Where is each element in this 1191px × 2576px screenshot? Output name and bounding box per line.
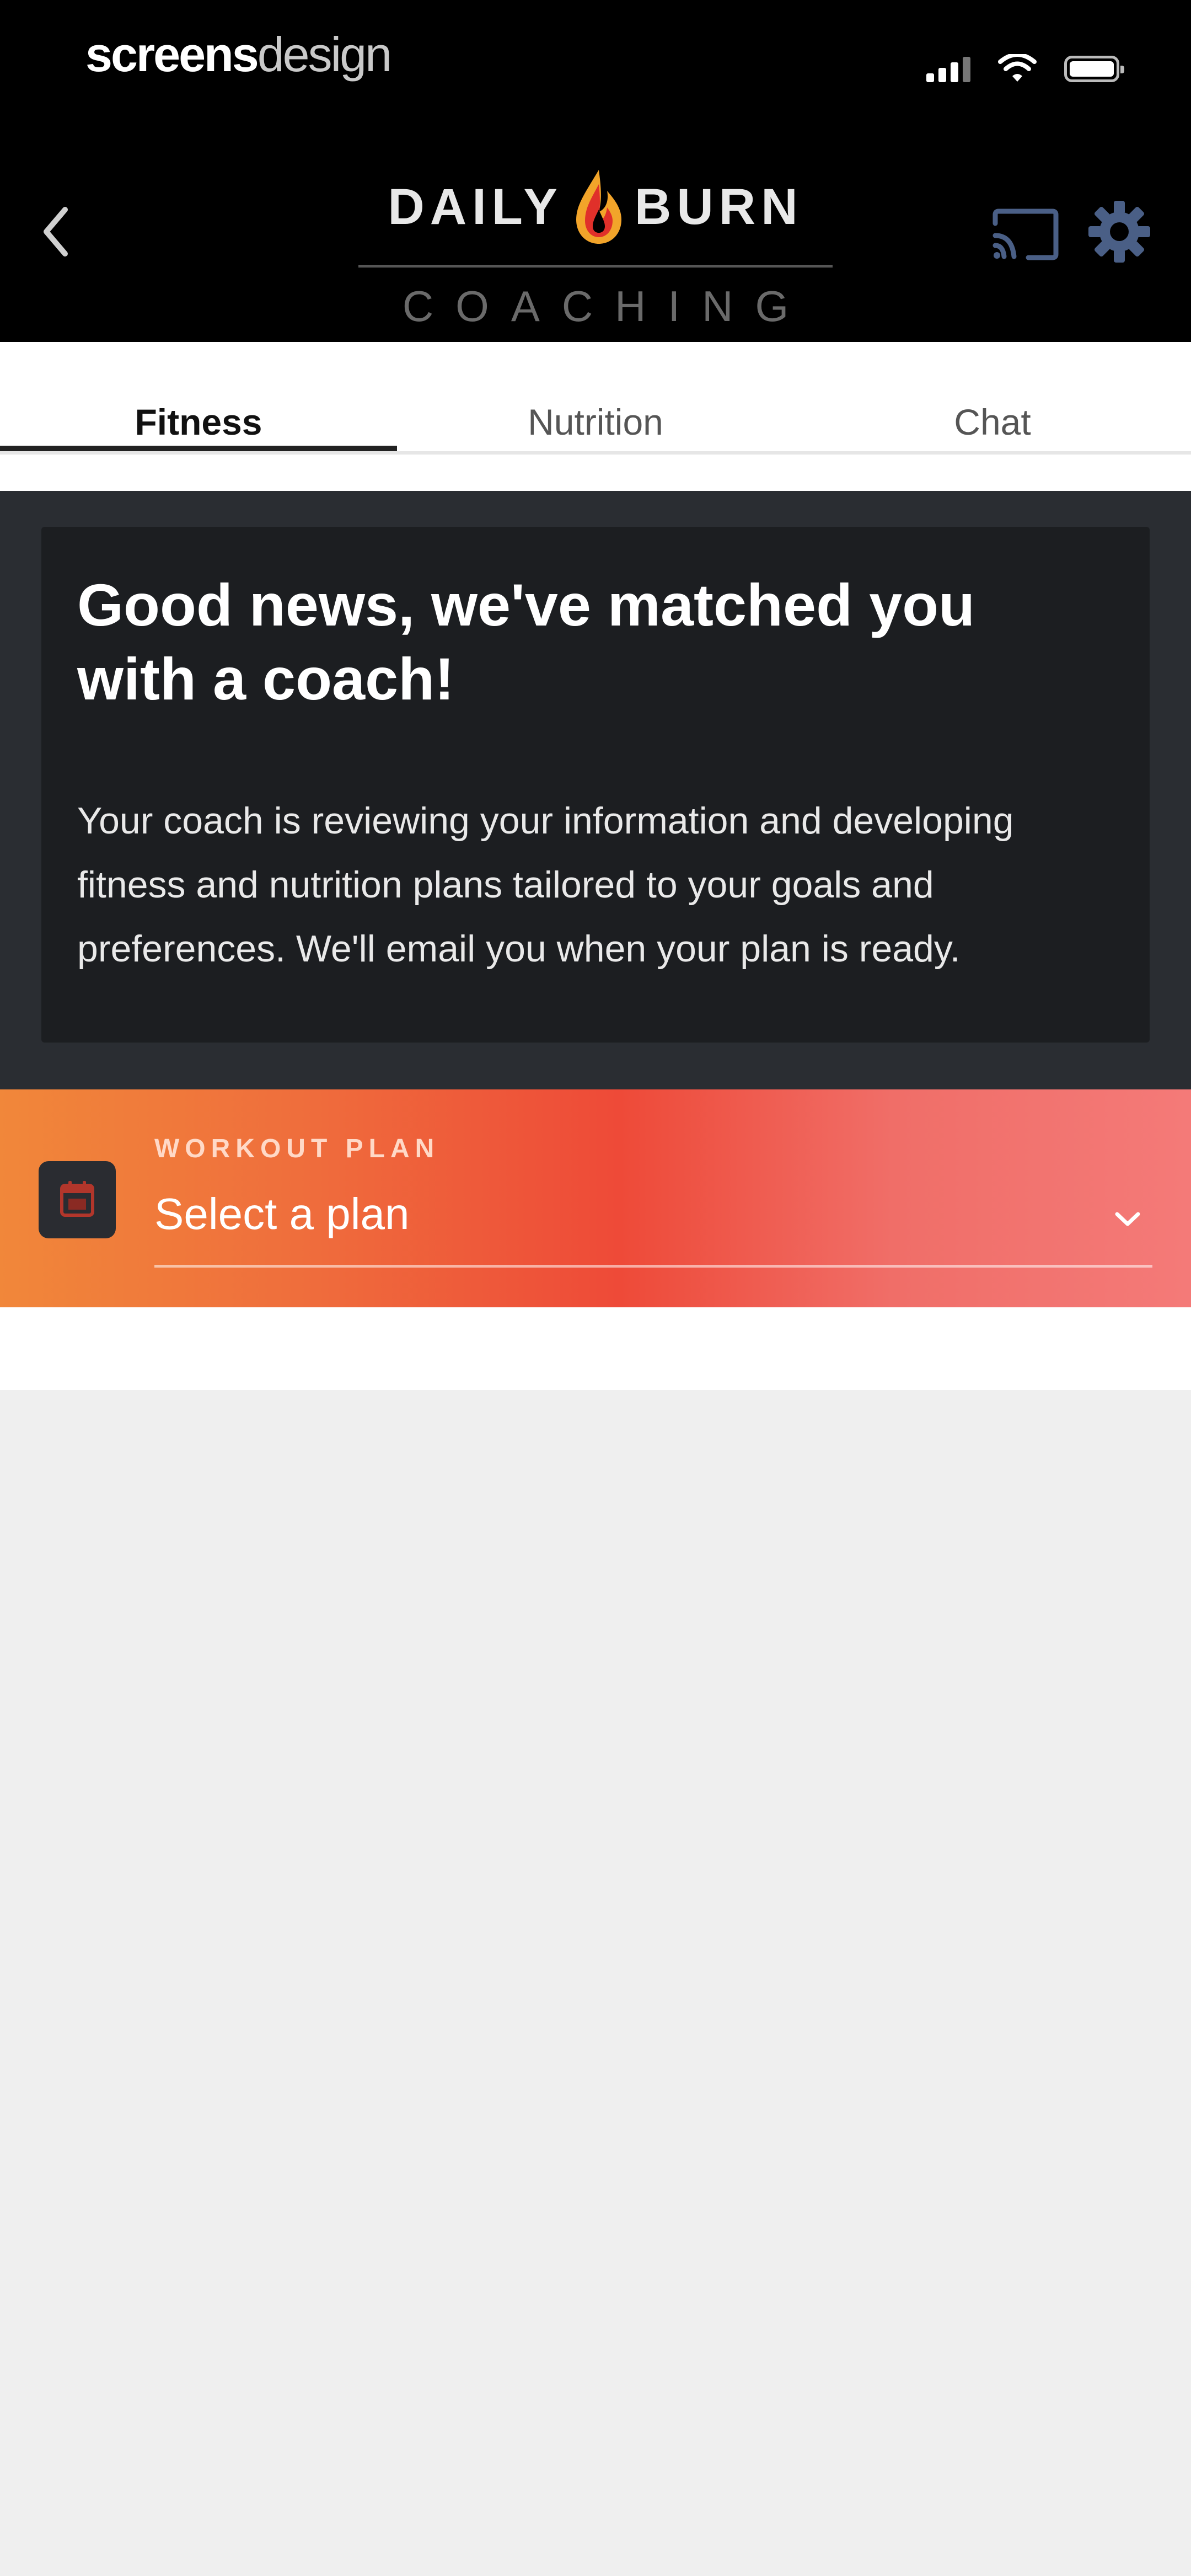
- cast-icon: [993, 209, 1059, 260]
- card-title: Good news, we've matched you with a coac…: [77, 571, 975, 712]
- logo-word-left: DAILY: [388, 178, 563, 235]
- calendar-icon: [60, 1181, 94, 1217]
- coach-match-card: Good news, we've matched you with a coac…: [41, 527, 1150, 1043]
- workout-plan-label: WORKOUT PLAN: [154, 1134, 440, 1163]
- gear-icon: [1088, 201, 1150, 263]
- daily-burn-logo: DAILY BURN COACHING: [358, 149, 833, 330]
- workout-plan-select[interactable]: Select a plan: [154, 1189, 410, 1239]
- carrier-label: screensdesign: [85, 26, 392, 83]
- settings-button[interactable]: [1086, 199, 1152, 265]
- tab-nutrition[interactable]: Nutrition: [397, 389, 794, 455]
- tab-fitness[interactable]: Fitness: [0, 389, 397, 455]
- tab-bar: Fitness Nutrition Chat: [0, 342, 1191, 491]
- active-tab-indicator: [0, 446, 397, 451]
- logo-divider: [358, 265, 833, 268]
- flame-icon: [576, 170, 621, 244]
- chevron-left-icon: [44, 207, 68, 256]
- tabs-divider: [0, 451, 1191, 455]
- card-body: Your coach is reviewing your information…: [77, 800, 1014, 970]
- empty-content-area: [0, 1390, 1191, 2576]
- wifi-icon: [998, 54, 1037, 82]
- signal-icon: [926, 56, 970, 82]
- app-header: DAILY BURN COACHING: [0, 127, 1191, 342]
- carrier-light: design: [257, 27, 392, 82]
- status-icons: [926, 50, 1124, 88]
- tab-chat[interactable]: Chat: [794, 389, 1191, 455]
- calendar-icon-tile: [39, 1161, 116, 1238]
- cast-button[interactable]: [990, 207, 1061, 262]
- select-underline: [154, 1265, 1152, 1268]
- workout-plan-bar: WORKOUT PLAN Select a plan: [0, 1089, 1191, 1307]
- carrier-bold: screens: [85, 27, 259, 82]
- back-button[interactable]: [30, 199, 80, 265]
- logo-word-right: BURN: [634, 178, 803, 235]
- logo-subtitle: COACHING: [402, 282, 811, 330]
- status-bar: screensdesign: [0, 0, 1191, 127]
- coach-match-section: Good news, we've matched you with a coac…: [0, 491, 1191, 1089]
- battery-icon: [1064, 56, 1124, 82]
- chevron-down-icon[interactable]: [1108, 1200, 1147, 1238]
- content-strip: [0, 1307, 1191, 1390]
